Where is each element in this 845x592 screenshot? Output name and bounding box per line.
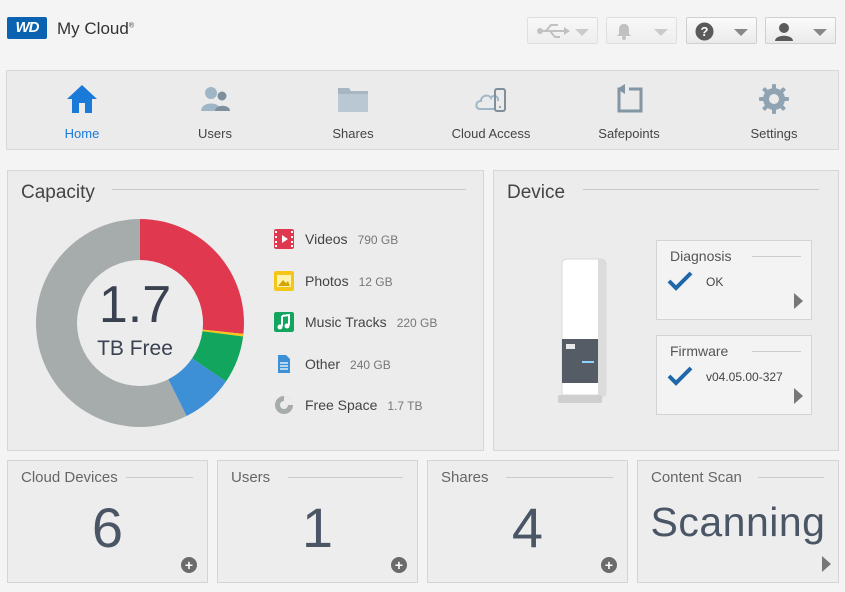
divider	[126, 477, 193, 478]
divider	[758, 477, 824, 478]
nav-label: Home	[64, 126, 100, 141]
divider	[752, 351, 801, 352]
help-button[interactable]: ?	[686, 17, 757, 44]
panel-title: Capacity	[21, 182, 95, 203]
card-title: Users	[231, 469, 271, 486]
legend-value: 12 GB	[358, 275, 393, 289]
free-value: 1.7	[98, 276, 172, 334]
firmware-title: Firmware	[670, 343, 729, 359]
svg-text:?: ?	[701, 24, 709, 39]
chevron-right-icon	[794, 388, 803, 404]
card-title: Cloud Devices	[21, 469, 118, 486]
divider	[112, 189, 466, 190]
legend-name: Videos	[305, 231, 348, 247]
users-card[interactable]: Users 1 +	[217, 460, 418, 583]
divider	[288, 477, 403, 478]
chevron-right-icon[interactable]	[822, 556, 831, 572]
alerts-button[interactable]	[606, 17, 677, 44]
add-icon[interactable]: +	[601, 557, 617, 573]
chevron-down-icon	[575, 29, 589, 36]
wd-logo: WD	[7, 17, 47, 39]
firmware-box[interactable]: Firmware v04.05.00-327	[656, 335, 812, 415]
document-icon	[278, 355, 290, 373]
photo-icon	[274, 271, 294, 291]
nav-label: Shares	[332, 126, 374, 141]
divider	[752, 256, 801, 257]
card-title: Content Scan	[651, 469, 742, 486]
legend-value: 1.7 TB	[387, 399, 423, 413]
user-icon	[775, 23, 793, 41]
chevron-down-icon	[813, 29, 827, 36]
device-panel: Device Diagnosis OK Firmware v04.05.00-3…	[493, 170, 839, 451]
nav-label: Users	[198, 126, 232, 141]
legend-value: 240 GB	[350, 358, 391, 372]
diagnosis-box[interactable]: Diagnosis OK	[656, 240, 812, 320]
checkmark-icon	[667, 271, 693, 291]
nav-item-safepoints[interactable]: Safepoints	[574, 71, 684, 149]
main-nav: Home Users Shares Cloud Access Safepoint…	[6, 70, 839, 150]
divider	[506, 477, 613, 478]
nav-item-home[interactable]: Home	[27, 71, 137, 149]
card-title: Shares	[441, 469, 489, 486]
checkmark-icon	[667, 366, 693, 386]
divider	[583, 189, 819, 190]
add-icon[interactable]: +	[391, 557, 407, 573]
legend-name: Photos	[305, 273, 349, 289]
card-value: 1	[301, 496, 334, 559]
cloud-access-icon	[475, 88, 506, 112]
card-value: 4	[511, 496, 544, 559]
diagnosis-title: Diagnosis	[670, 248, 732, 264]
chevron-down-icon	[734, 29, 748, 36]
content-scan-card[interactable]: Content Scan Scanning	[637, 460, 839, 583]
shares-card[interactable]: Shares 4 +	[427, 460, 628, 583]
firmware-value: v04.05.00-327	[706, 370, 783, 384]
nav-label: Cloud Access	[451, 126, 531, 141]
users-icon	[201, 87, 230, 111]
chevron-right-icon	[794, 293, 803, 309]
usb-icon	[537, 24, 570, 38]
capacity-panel: Capacity 1.7 TB Free Videos 790 GB Photos…	[7, 170, 484, 451]
my-cloud-device-image	[558, 258, 607, 403]
nav-item-shares[interactable]: Shares	[298, 71, 408, 149]
home-icon	[67, 85, 97, 113]
pie-icon	[275, 396, 293, 414]
header: WD My Cloud® ?	[0, 0, 845, 62]
card-value: Scanning	[650, 499, 826, 545]
folder-icon	[338, 88, 368, 112]
panel-title: Device	[507, 182, 566, 203]
bell-icon	[617, 24, 631, 40]
usb-button[interactable]	[527, 17, 598, 44]
nav-label: Safepoints	[598, 126, 660, 141]
chevron-down-icon	[654, 29, 668, 36]
safepoint-icon	[617, 84, 643, 113]
legend-name: Other	[305, 356, 341, 372]
gear-icon	[759, 84, 789, 114]
legend-value: 790 GB	[357, 233, 399, 247]
diagnosis-value: OK	[706, 275, 724, 289]
legend-value: 220 GB	[396, 316, 438, 330]
nav-item-users[interactable]: Users	[160, 71, 270, 149]
user-button[interactable]	[765, 17, 836, 44]
help-icon: ?	[695, 22, 714, 41]
legend-name: Music Tracks	[305, 314, 387, 330]
music-icon	[274, 312, 294, 332]
cloud-devices-card[interactable]: Cloud Devices 6 +	[7, 460, 208, 583]
video-icon	[274, 229, 294, 249]
nav-item-cloud-access[interactable]: Cloud Access	[436, 71, 546, 149]
free-label: TB Free	[97, 337, 173, 360]
nav-label: Settings	[750, 126, 798, 141]
card-value: 6	[91, 496, 124, 559]
legend-name: Free Space	[305, 397, 378, 413]
add-icon[interactable]: +	[181, 557, 197, 573]
app-title: My Cloud®	[57, 19, 134, 38]
nav-item-settings[interactable]: Settings	[719, 71, 829, 149]
